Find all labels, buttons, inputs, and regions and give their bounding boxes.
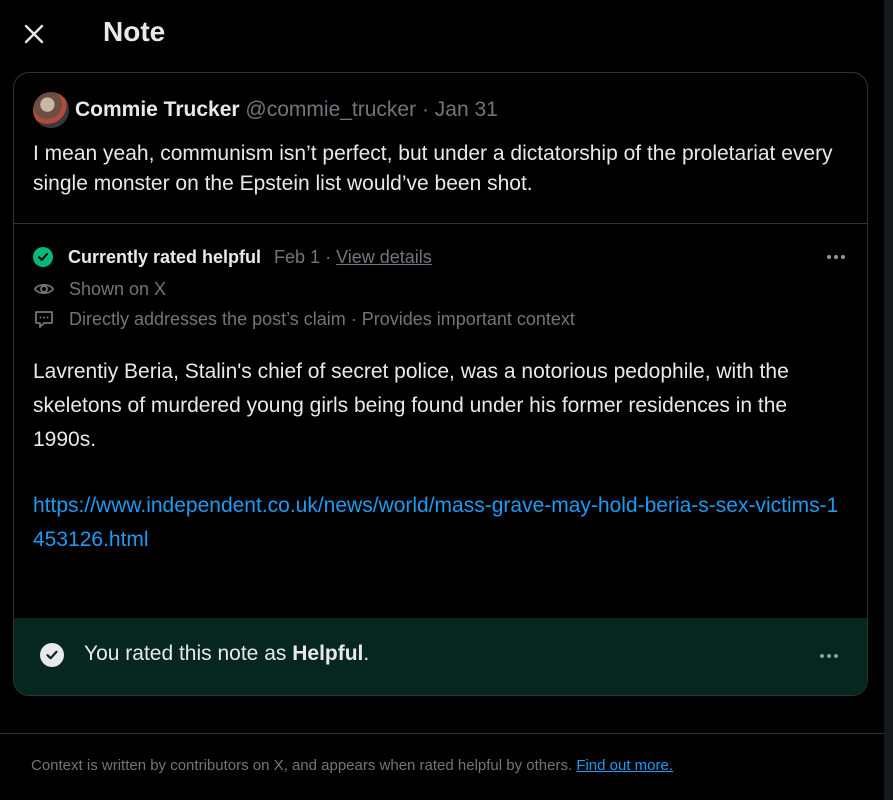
post-text: I mean yeah, communism isn’t perfect, bu… (33, 142, 833, 195)
comment-icon (33, 308, 55, 330)
avatar[interactable] (33, 92, 69, 128)
quoted-post[interactable]: Commie Trucker @commie_trucker · Jan 31 … (14, 73, 867, 224)
check-circle-icon (33, 247, 53, 267)
rating-suffix: . (363, 642, 370, 665)
reasons-row: Directly addresses the post’s claim · Pr… (33, 306, 575, 332)
dot (820, 654, 824, 658)
dot (827, 255, 831, 259)
dot (827, 654, 831, 658)
note-source-link[interactable]: https://www.independent.co.uk/news/world… (33, 489, 843, 557)
dot (834, 255, 838, 259)
author-handle[interactable]: @commie_trucker (245, 98, 416, 121)
footer-text: Context is written by contributors on X,… (31, 757, 673, 774)
note-more-button[interactable] (822, 247, 850, 267)
note-card: Commie Trucker @commie_trucker · Jan 31 … (13, 72, 868, 696)
modal-header: Note (0, 0, 884, 68)
background-page-edge (884, 0, 893, 800)
dot (841, 255, 845, 259)
close-icon (24, 24, 44, 44)
author-name[interactable]: Commie Trucker (75, 98, 240, 121)
note-modal: Note Commie Trucker @commie_trucker · Ja… (0, 0, 884, 800)
your-rating-text: You rated this note as Helpful. (84, 642, 369, 666)
close-button[interactable] (14, 14, 54, 54)
rating-value: Helpful (292, 642, 364, 665)
eye-icon (33, 278, 55, 300)
note-status-row: Currently rated helpful Feb 1 · View det… (33, 243, 432, 271)
meta-separator: · (421, 98, 429, 121)
reasons-text: Directly addresses the post’s claim · Pr… (69, 308, 575, 329)
rating-prefix: You rated this note as (84, 642, 293, 665)
footer-description: Context is written by contributors on X,… (31, 757, 577, 774)
status-separator: · (325, 246, 332, 267)
check-circle-icon (40, 643, 64, 667)
post-date[interactable]: Jan 31 (435, 98, 498, 121)
post-meta: Commie Trucker @commie_trucker · Jan 31 (75, 98, 498, 122)
dot (834, 654, 838, 658)
shown-on-text: Shown on X (69, 278, 167, 299)
shown-on-row: Shown on X (33, 276, 166, 302)
status-date: Feb 1 (274, 246, 321, 267)
view-details-link[interactable]: View details (336, 247, 432, 268)
status-label: Currently rated helpful (68, 246, 262, 267)
modal-title: Note (103, 16, 166, 47)
rating-more-button[interactable] (815, 646, 843, 666)
footer-divider (0, 733, 884, 734)
your-rating-bar: You rated this note as Helpful. (14, 618, 867, 695)
note-body: Lavrentiy Beria, Stalin's chief of secre… (33, 360, 789, 451)
find-out-more-link[interactable]: Find out more. (576, 757, 673, 774)
